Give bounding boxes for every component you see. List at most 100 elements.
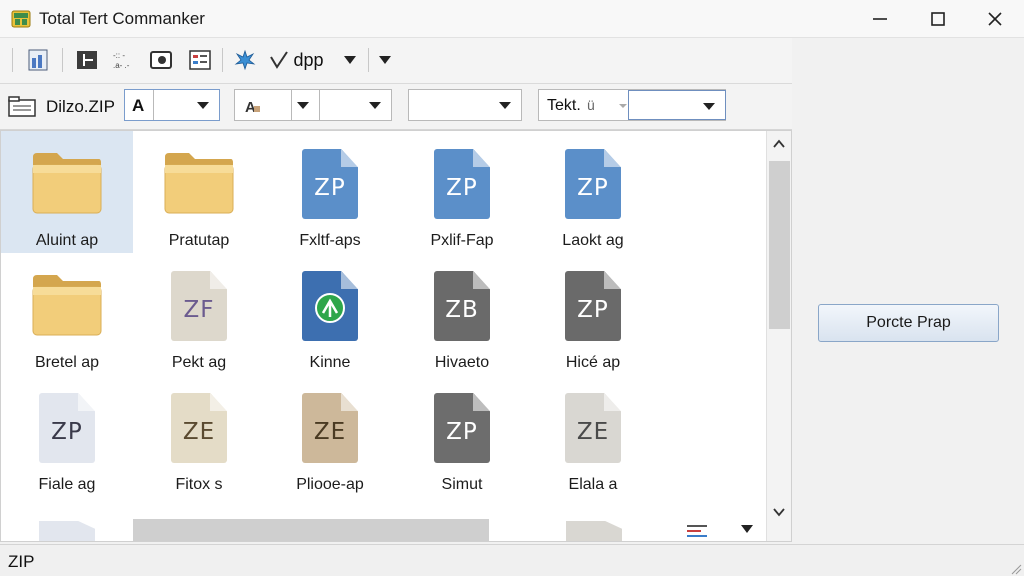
toolbar-brief-view-button[interactable] bbox=[24, 46, 52, 74]
dpp-label: dpp bbox=[293, 49, 324, 70]
zip-file-icon: ZP bbox=[434, 149, 490, 219]
file-icon-partial bbox=[39, 521, 95, 541]
toolbar-dropdown-button[interactable] bbox=[338, 46, 362, 74]
file-item[interactable]: ZE Pliooe-ap bbox=[264, 375, 396, 497]
file-item-label: Fxltf-aps bbox=[299, 232, 361, 249]
toolbar-details-button[interactable] bbox=[186, 46, 214, 74]
refresh-icon bbox=[234, 49, 256, 71]
file-item-label: Hivaeto bbox=[434, 354, 490, 371]
file-item[interactable]: ZF Pekt ag bbox=[133, 253, 265, 375]
file-item-label: Aluint ap bbox=[35, 232, 99, 249]
drive-bar: Dilzo.ZIP A A Tekt. ü bbox=[0, 84, 792, 130]
close-icon bbox=[988, 12, 1002, 26]
toolbar-dpp-button[interactable]: dpp bbox=[264, 46, 328, 74]
scroll-down-icon[interactable] bbox=[773, 507, 785, 517]
toolbar-more-button[interactable] bbox=[373, 46, 397, 74]
toolbar-separator bbox=[222, 48, 223, 72]
tree-view-icon: -:: -.a- .- bbox=[113, 51, 130, 70]
svg-text:.a- .-: .a- .- bbox=[113, 61, 130, 70]
status-bar: ZIP bbox=[0, 544, 1024, 576]
folder-icon bbox=[32, 153, 102, 214]
zip-file-icon: ZP bbox=[302, 149, 358, 219]
file-item[interactable]: ZP Fxltf-aps bbox=[264, 131, 396, 253]
text-combo[interactable]: Tekt. ü bbox=[538, 89, 726, 121]
app-icon bbox=[11, 10, 31, 28]
toolbar-refresh-button[interactable] bbox=[231, 46, 259, 74]
status-text: ZIP bbox=[8, 552, 35, 571]
toolbar-tree-button[interactable]: -:: - .a- .- bbox=[111, 46, 139, 74]
file-item-label: Fitox s bbox=[175, 476, 223, 493]
file-item-label: Bretel ap bbox=[34, 354, 100, 371]
file-item[interactable]: ZP Hicé ap bbox=[527, 253, 659, 375]
file-item[interactable]: Kinne bbox=[264, 253, 396, 375]
porcte-prap-button[interactable]: Porcte Prap bbox=[818, 304, 999, 342]
chevron-down-icon bbox=[297, 102, 309, 109]
zip-file-icon: ZP bbox=[434, 393, 490, 463]
file-item[interactable]: ZE Fitox s bbox=[133, 375, 265, 497]
current-path-label: Dilzo.ZIP bbox=[46, 97, 115, 116]
title-bar: Total Tert Commanker bbox=[0, 0, 1024, 38]
file-item-label: Pekt ag bbox=[171, 354, 227, 371]
file-item[interactable]: ZP Fiale ag bbox=[1, 375, 133, 497]
scroll-up-icon[interactable] bbox=[773, 139, 785, 149]
file-item-label: Pliooe-ap bbox=[296, 476, 364, 493]
brief-view-icon bbox=[28, 49, 48, 71]
folder-icon bbox=[164, 153, 234, 214]
chevron-down-icon bbox=[344, 56, 356, 64]
toolbar-thumbnails-button[interactable] bbox=[147, 46, 175, 74]
chevron-down-icon bbox=[703, 103, 715, 110]
toolbar-full-view-button[interactable] bbox=[73, 46, 101, 74]
filter-combo[interactable]: A bbox=[234, 89, 392, 121]
chevron-down-icon bbox=[499, 102, 511, 109]
file-item[interactable]: Pratutap bbox=[133, 131, 265, 253]
green-arrow-icon bbox=[315, 293, 345, 323]
sort-combo[interactable] bbox=[408, 89, 522, 121]
file-item-label: Elala a bbox=[568, 476, 618, 493]
file-item[interactable]: ZE Elala a bbox=[527, 375, 659, 497]
filter-icon: A bbox=[245, 99, 260, 115]
thumbnails-icon bbox=[150, 51, 172, 69]
chevron-down-icon bbox=[619, 104, 627, 108]
zip-file-icon: ZF bbox=[171, 271, 227, 341]
chevron-down-icon[interactable] bbox=[741, 525, 753, 533]
file-item[interactable]: Bretel ap bbox=[1, 253, 133, 375]
chevron-down-icon bbox=[379, 56, 391, 64]
text-combo-label: Tekt. bbox=[547, 97, 581, 114]
details-icon bbox=[189, 50, 211, 70]
zip-file-icon: ZE bbox=[565, 393, 621, 463]
file-item-label: Hicé ap bbox=[565, 354, 621, 371]
file-item[interactable]: ZP Pxlif-Fap bbox=[396, 131, 528, 253]
file-icon-partial bbox=[566, 521, 622, 541]
file-item[interactable]: Aluint ap bbox=[1, 131, 133, 253]
file-item-label: Pxlif-Fap bbox=[430, 232, 494, 249]
vertical-scrollbar[interactable] bbox=[766, 131, 791, 541]
chevron-down-icon bbox=[369, 102, 381, 109]
file-item-label: Fiale ag bbox=[38, 476, 96, 493]
file-item[interactable]: ZP Laokt ag bbox=[527, 131, 659, 253]
zip-file-icon: ZP bbox=[565, 149, 621, 219]
maximize-icon bbox=[931, 12, 945, 26]
file-item-label: Pratutap bbox=[168, 232, 230, 249]
folder-icon bbox=[32, 275, 102, 336]
lines-icon bbox=[687, 525, 707, 537]
resize-grip-icon[interactable] bbox=[1010, 563, 1022, 575]
scroll-thumb[interactable] bbox=[769, 161, 790, 329]
checkmark-icon bbox=[270, 51, 289, 69]
file-panel[interactable]: Aluint ap Pratutap ZP Fxltf-aps ZP Pxlif-Fap Z… bbox=[0, 130, 792, 542]
zip-file-icon: ZE bbox=[302, 393, 358, 463]
svg-text:-:: -: -:: - bbox=[113, 51, 125, 60]
toolbar-separator bbox=[12, 48, 13, 72]
minimize-icon bbox=[873, 18, 887, 20]
file-item-label: Simut bbox=[441, 476, 483, 493]
file-item[interactable]: ZP Simut bbox=[396, 375, 528, 497]
horizontal-scrollbar[interactable] bbox=[133, 519, 489, 541]
zip-file-icon: ZB bbox=[434, 271, 490, 341]
close-button[interactable] bbox=[967, 0, 1023, 38]
drive-combo[interactable]: A bbox=[124, 89, 220, 121]
file-item[interactable]: ZB Hivaeto bbox=[396, 253, 528, 375]
text-combo-input[interactable] bbox=[628, 90, 726, 120]
full-view-icon bbox=[77, 51, 97, 69]
toolbar-separator bbox=[368, 48, 369, 72]
maximize-button[interactable] bbox=[910, 0, 966, 38]
minimize-button[interactable] bbox=[852, 0, 908, 38]
